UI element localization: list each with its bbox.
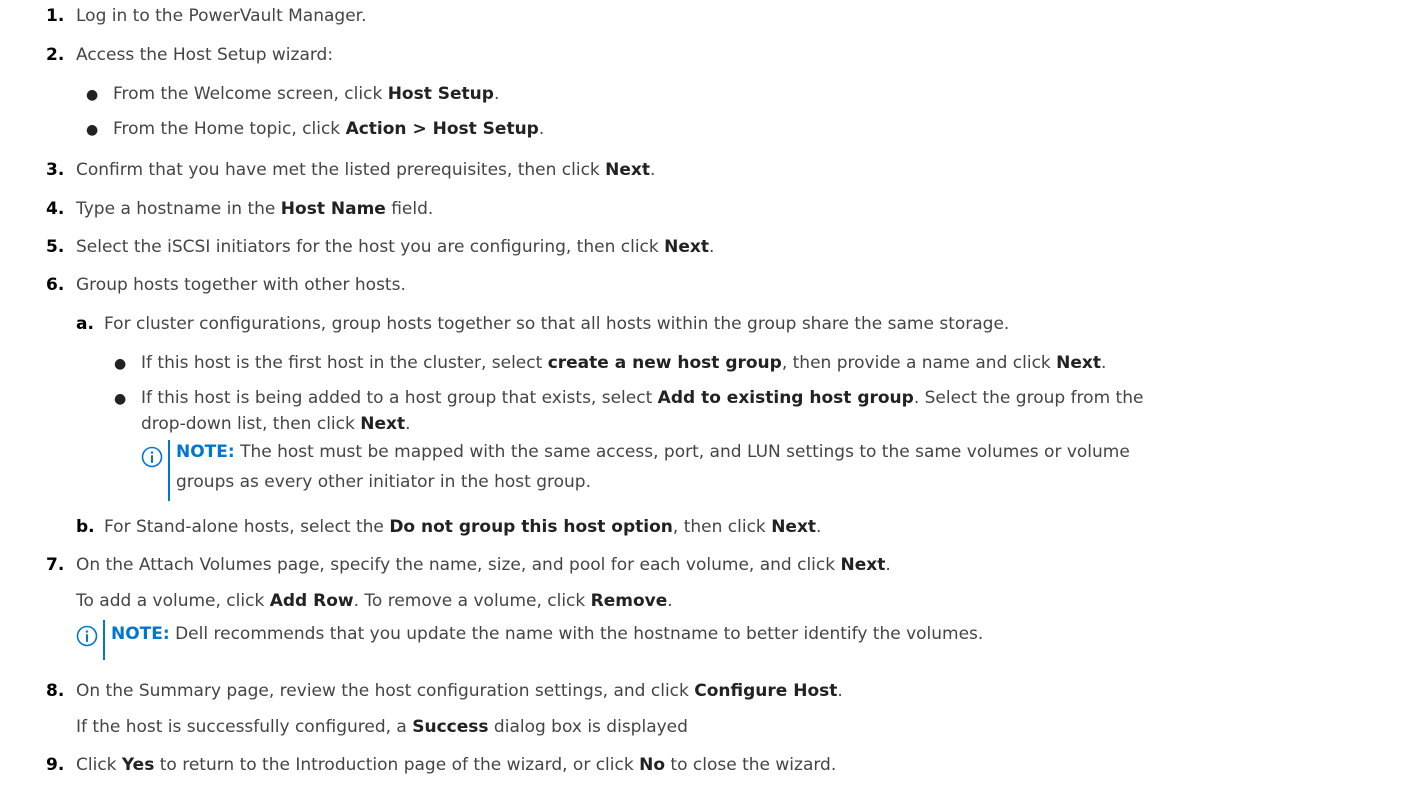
info-icon	[141, 446, 163, 468]
text-run: For Stand-alone hosts, select the	[104, 517, 390, 537]
text-run: .	[1101, 353, 1107, 373]
text-run: field.	[385, 199, 434, 219]
bullet-dot: ●	[86, 87, 99, 103]
step-text: Group hosts together with other hosts.	[76, 275, 406, 295]
text-run: Group hosts together with other hosts.	[76, 275, 406, 295]
text-run: .	[667, 591, 673, 611]
note-body: The host must be mapped with the same ac…	[234, 442, 1130, 462]
text-run: Click	[76, 755, 122, 775]
bullet-text-continued: drop-down list, then click Next.	[141, 414, 411, 434]
step-number: 2.	[46, 45, 65, 65]
step-text: Select the iSCSI initiators for the host…	[76, 237, 714, 257]
note-text: NOTE: The host must be mapped with the s…	[176, 442, 1130, 462]
note-body: Dell recommends that you update the name…	[169, 624, 984, 644]
bold-term: Do not group this host option	[389, 517, 673, 537]
text-run: Access the Host Setup wizard:	[76, 45, 334, 65]
text-run: From the Home topic, click	[113, 119, 346, 139]
bold-term: No	[639, 755, 666, 775]
step-text: Click Yes to return to the Introduction …	[76, 755, 836, 775]
text-run: .	[405, 414, 411, 434]
step-number: 6.	[46, 275, 65, 295]
text-run: On the Attach Volumes page, specify the …	[76, 555, 841, 575]
step-number: 7.	[46, 555, 65, 575]
sub-step-text: For Stand-alone hosts, select the Do not…	[104, 517, 821, 537]
text-run: Select the iSCSI initiators for the host…	[76, 237, 665, 257]
note-body: groups as every other initiator in the h…	[176, 472, 592, 492]
step-number: 3.	[46, 160, 65, 180]
bold-term: Add to existing host group	[657, 388, 914, 408]
step-paragraph: To add a volume, click Add Row. To remov…	[76, 591, 673, 611]
text-run: Log in to the PowerVault Manager.	[76, 6, 367, 26]
text-run: dialog box is displayed	[488, 717, 688, 737]
text-run: . To remove a volume, click	[353, 591, 591, 611]
bold-term: Action > Host Setup	[345, 119, 539, 139]
text-run: To add a volume, click	[76, 591, 270, 611]
bold-term: Configure Host	[694, 681, 838, 701]
note-bar	[103, 620, 105, 660]
text-run: Type a hostname in the	[76, 199, 281, 219]
step-text: Confirm that you have met the listed pre…	[76, 160, 655, 180]
bold-term: Next	[1056, 353, 1102, 373]
bold-term: Success	[412, 717, 489, 737]
text-run: For cluster configurations, group hosts …	[104, 314, 1010, 334]
step-number: 1.	[46, 6, 65, 26]
step-text: On the Attach Volumes page, specify the …	[76, 555, 891, 575]
text-run: On the Summary page, review the host con…	[76, 681, 695, 701]
sub-step-text: For cluster configurations, group hosts …	[104, 314, 1009, 334]
bullet-text: If this host is being added to a host gr…	[141, 388, 1143, 408]
step-number: 4.	[46, 199, 65, 219]
text-run: .	[837, 681, 843, 701]
text-run: If this host is being added to a host gr…	[141, 388, 658, 408]
text-run: If this host is the first host in the cl…	[141, 353, 548, 373]
note-label: NOTE:	[176, 442, 235, 462]
bold-term: create a new host group	[547, 353, 782, 373]
note-text-continued: groups as every other initiator in the h…	[176, 472, 591, 492]
step-number: 5.	[46, 237, 65, 257]
text-run: Confirm that you have met the listed pre…	[76, 160, 606, 180]
note-text: NOTE: Dell recommends that you update th…	[111, 624, 983, 644]
text-run: .	[816, 517, 822, 537]
text-run: .	[885, 555, 891, 575]
info-icon	[76, 625, 98, 647]
bullet-text: From the Welcome screen, click Host Setu…	[113, 84, 499, 104]
step-number: 9.	[46, 755, 65, 775]
bold-term: Yes	[121, 755, 155, 775]
bullet-dot: ●	[86, 122, 99, 138]
note-label: NOTE:	[111, 624, 170, 644]
bullet-dot: ●	[114, 356, 127, 372]
bold-term: Next	[840, 555, 886, 575]
step-text: On the Summary page, review the host con…	[76, 681, 843, 701]
text-run: , then provide a name and click	[781, 353, 1057, 373]
bold-term: Next	[605, 160, 651, 180]
text-run: . Select the group from the	[913, 388, 1144, 408]
bold-term: Next	[360, 414, 406, 434]
text-run: If the host is successfully configured, …	[76, 717, 413, 737]
bold-term: Next	[771, 517, 817, 537]
text-run: drop-down list, then click	[141, 414, 361, 434]
step-text: Access the Host Setup wizard:	[76, 45, 333, 65]
bold-term: Next	[664, 237, 710, 257]
text-run: .	[650, 160, 656, 180]
text-run: From the Welcome screen, click	[113, 84, 388, 104]
text-run: .	[538, 119, 545, 139]
sub-step-letter: b.	[76, 517, 95, 537]
step-text: Type a hostname in the Host Name field.	[76, 199, 433, 219]
text-run: , then click	[672, 517, 772, 537]
step-text: Log in to the PowerVault Manager.	[76, 6, 367, 26]
bullet-text: If this host is the first host in the cl…	[141, 353, 1106, 373]
text-run: to return to the Introduction page of th…	[154, 755, 640, 775]
step-number: 8.	[46, 681, 65, 701]
text-run: .	[709, 237, 715, 257]
sub-step-letter: a.	[76, 314, 94, 334]
text-run: .	[493, 84, 500, 104]
text-run: to close the wizard.	[665, 755, 837, 775]
step-paragraph: If the host is successfully configured, …	[76, 717, 688, 737]
bullet-dot: ●	[114, 391, 127, 407]
bold-term: Host Setup	[387, 84, 494, 104]
bold-term: Add Row	[269, 591, 354, 611]
bold-term: Host Name	[280, 199, 386, 219]
note-bar	[168, 440, 170, 501]
bold-term: Remove	[590, 591, 668, 611]
bullet-text: From the Home topic, click Action > Host…	[113, 119, 544, 139]
